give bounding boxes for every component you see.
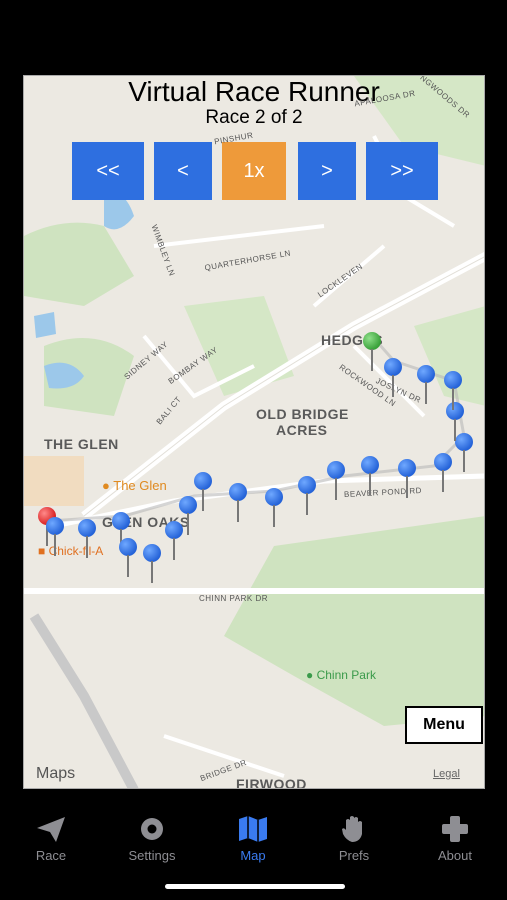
runner-pin[interactable] <box>265 488 283 527</box>
rewind-button[interactable]: < <box>154 142 212 200</box>
menu-button[interactable]: Menu <box>405 706 483 744</box>
hand-icon <box>342 816 362 842</box>
restaurant-icon: ■ <box>38 544 46 558</box>
tab-map[interactable]: Map <box>213 810 293 870</box>
runner-pin[interactable] <box>446 402 464 441</box>
runner-pin[interactable] <box>229 483 247 522</box>
runner-pin[interactable] <box>417 365 435 404</box>
runner-pin[interactable] <box>78 519 96 558</box>
runner-pin[interactable] <box>46 517 64 556</box>
speed-button[interactable]: 1x <box>222 142 286 200</box>
runner-pin[interactable] <box>179 496 197 535</box>
runner-pin[interactable] <box>398 459 416 498</box>
rewind-full-button[interactable]: << <box>72 142 144 200</box>
area-label-the-glen: THE GLEN <box>44 436 119 452</box>
area-label-acres: ACRES <box>276 422 328 438</box>
runner-pin[interactable] <box>143 544 161 583</box>
runner-pin[interactable] <box>298 476 316 515</box>
runner-pin[interactable] <box>327 461 345 500</box>
runner-pin[interactable] <box>434 453 452 492</box>
home-indicator <box>165 884 345 889</box>
tab-settings[interactable]: Settings <box>112 810 192 870</box>
runner-pin[interactable] <box>119 538 137 577</box>
poi-chinn-park[interactable]: ● Chinn Park <box>306 668 376 682</box>
runner-pin[interactable] <box>112 512 130 551</box>
poi-chick-fil-a[interactable]: ■ Chick-fil-A <box>38 544 103 558</box>
tab-about[interactable]: About <box>415 810 495 870</box>
tab-bar: Race Settings Map Prefs About <box>0 810 507 870</box>
tab-race[interactable]: Race <box>11 810 91 870</box>
shopping-icon: ● <box>102 478 110 493</box>
runner-pin[interactable] <box>455 433 473 472</box>
apple-maps-logo: Maps <box>36 765 76 782</box>
forward-button[interactable]: > <box>298 142 356 200</box>
tab-prefs[interactable]: Prefs <box>314 810 394 870</box>
runner-pin[interactable] <box>165 521 183 560</box>
forward-full-button[interactable]: >> <box>366 142 438 200</box>
legal-link[interactable]: Legal <box>433 768 460 780</box>
poi-the-glen[interactable]: ● The Glen <box>102 478 167 493</box>
area-label-old-bridge: OLD BRIDGE <box>256 406 349 422</box>
street-chinn-park-dr: CHINN PARK DR <box>199 594 269 603</box>
runner-pin-start[interactable] <box>363 332 381 371</box>
map-view[interactable]: Virtual Race Runner Race 2 of 2 << < 1x … <box>23 75 485 789</box>
park-icon: ● <box>306 668 314 682</box>
runner-pin[interactable] <box>194 472 212 511</box>
runner-pin[interactable] <box>384 358 402 397</box>
gear-icon <box>141 818 163 840</box>
map-icon <box>239 816 267 842</box>
runner-pin[interactable] <box>361 456 379 495</box>
area-label-firwood: FIRWOOD <box>236 776 307 789</box>
paper-plane-icon <box>37 817 65 842</box>
plus-icon <box>442 816 468 842</box>
race-counter: Race 2 of 2 <box>205 107 303 128</box>
runner-pin[interactable] <box>444 371 462 410</box>
